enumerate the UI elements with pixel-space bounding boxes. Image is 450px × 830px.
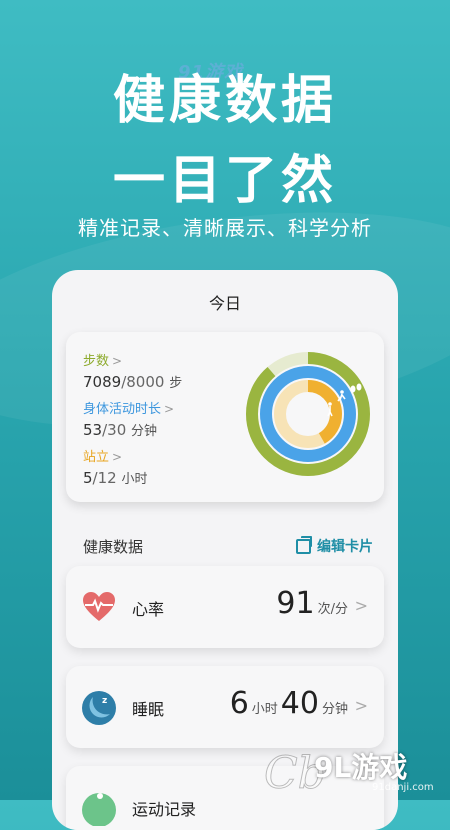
moon-icon: z [82, 691, 116, 725]
steps-unit: 步 [169, 376, 183, 391]
stand-metric[interactable]: 站立 > 5/12 小时 [83, 446, 147, 487]
sleep-minutes-unit: 分钟 [321, 702, 348, 717]
heart-rate-label: 心率 [132, 600, 165, 619]
steps-value: 7089 [83, 373, 122, 391]
section-title: 健康数据 [83, 538, 144, 556]
sleep-hours-unit: 小时 [251, 702, 278, 717]
copy-icon [296, 535, 312, 554]
edit-cards-label: 编辑卡片 [317, 539, 373, 555]
stand-label: 站立 [83, 450, 110, 465]
sleep-card[interactable]: z 睡眠 6 小时 40 分钟 > [66, 666, 384, 748]
steps-label: 步数 [83, 354, 110, 369]
heart-rate-card[interactable]: 心率 91 次/分 > [66, 566, 384, 648]
activity-rings-svg [246, 352, 370, 476]
hero-title-line2: 一目了然 [112, 151, 337, 211]
active-time-metric[interactable]: 身体活动时长 > 53/30 分钟 [83, 398, 174, 439]
activity-rings[interactable] [242, 346, 377, 485]
active-time-goal: /30 [102, 421, 127, 439]
active-time-label: 身体活动时长 [83, 402, 162, 417]
heart-rate-unit: 次/分 [317, 602, 348, 617]
stand-unit: 小时 [121, 472, 148, 487]
sleep-hours: 6 [229, 686, 249, 721]
svg-text:z: z [102, 696, 107, 706]
steps-goal: /8000 [121, 373, 165, 391]
chevron-right-icon: > [112, 450, 123, 464]
active-time-value: 53 [83, 421, 103, 439]
brand-site: 91danji.com [372, 782, 434, 793]
chevron-right-icon: > [354, 596, 368, 615]
stand-value: 5 [83, 469, 93, 487]
chevron-right-icon: > [112, 354, 123, 368]
brand-logo: 9L游戏 [314, 751, 408, 784]
active-time-unit: 分钟 [131, 424, 158, 439]
heart-rate-value: 91 [276, 586, 315, 621]
sleep-label: 睡眠 [132, 700, 165, 719]
activity-card[interactable]: 步数 > 7089/8000 步 身体活动时长 > 53/30 分钟 站立 > 5/1… [66, 332, 384, 502]
running-icon [82, 793, 116, 826]
edit-cards-button[interactable]: 编辑卡片 [296, 535, 373, 556]
stand-goal: /12 [92, 469, 117, 487]
page-title: 今日 [208, 294, 241, 313]
hero-title-line1: 健康数据 [112, 71, 337, 131]
sleep-minutes: 40 [280, 686, 319, 721]
steps-metric[interactable]: 步数 > 7089/8000 步 [83, 350, 182, 391]
hero-subtitle: 精准记录、清晰展示、科学分析 [78, 216, 372, 240]
chevron-right-icon: > [354, 696, 368, 715]
heart-icon [83, 592, 115, 621]
chevron-right-icon: > [164, 402, 175, 416]
